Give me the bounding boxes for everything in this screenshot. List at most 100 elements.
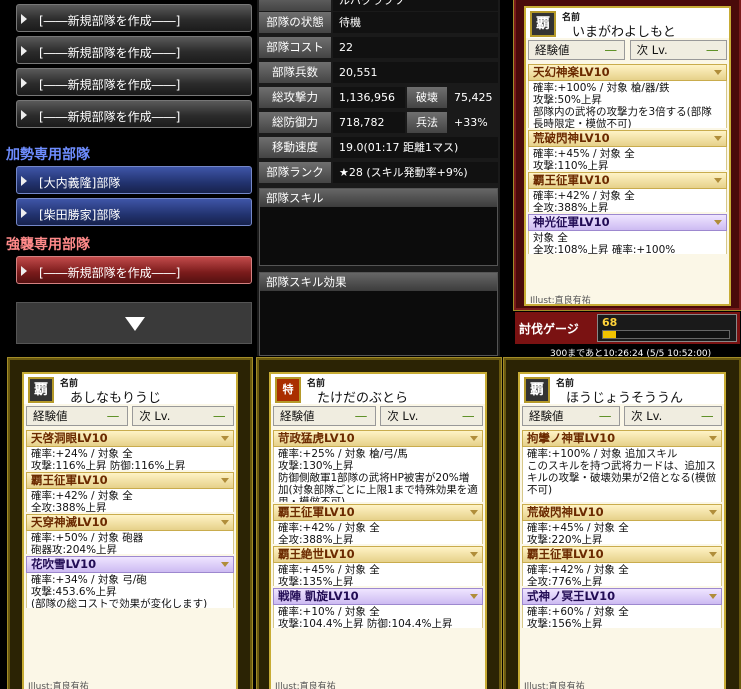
gauge-bar [602, 330, 730, 339]
arrow-icon [21, 110, 27, 120]
illustrator-credit: Illust:直良有祐 [28, 682, 89, 689]
skill-title: 覇王絶世LV10 [273, 546, 483, 563]
skill-block[interactable]: 花吹雪LV10 確率:+34% / 対象 弓/砲 攻撃:453.6%上昇 (部隊の… [26, 556, 234, 608]
stat-label: 総防御力 [259, 112, 331, 133]
skill-description: 対象 全 全攻:108%上昇 確率:+100% [528, 231, 727, 254]
skill-block[interactable]: 苛政猛虎LV10 確率:+25% / 対象 槍/弓/馬 攻撃:130%上昇 防御側… [273, 430, 483, 502]
skill-title: 覇王征軍LV10 [528, 172, 727, 189]
skill-block[interactable]: 拘攣ノ神軍LV10 確率:+100% / 対象 追加スキル このスキルを持つ武将カ… [522, 430, 722, 502]
skill-title-text: 拘攣ノ神軍LV10 [527, 431, 616, 445]
stat-label: 部隊コスト [259, 37, 331, 58]
exp-box: 経験値 ― [522, 406, 620, 426]
unit-slot[interactable]: [――新規部隊を作成――] [16, 100, 252, 128]
skill-block[interactable]: 荒破閃神LV10 確率:+45% / 対象 全 攻撃:110%上昇 [528, 130, 727, 170]
dropdown-icon [221, 520, 229, 525]
arrow-icon [21, 266, 27, 276]
support-slot[interactable]: [柴田勝家]部隊 [16, 198, 252, 226]
exp-label: 経験値 [280, 409, 315, 423]
skill-description: 確率:+100% / 対象 追加スキル このスキルを持つ武将カードは、追加スキル… [522, 447, 722, 502]
skill-block[interactable]: 荒破閃神LV10 確率:+45% / 対象 全 攻撃:220%上昇 [522, 504, 722, 544]
skill-title: 式神ノ冥王LV10 [522, 588, 722, 605]
down-arrow-icon [125, 317, 145, 331]
unit-slot-label: [――新規部隊を作成――] [39, 266, 181, 280]
dropdown-icon [714, 220, 722, 225]
skill-title-text: 花吹雪LV10 [31, 557, 97, 571]
dropdown-icon [709, 510, 717, 515]
dropdown-icon [470, 594, 478, 599]
raid-slot[interactable]: [――新規部隊を作成――] [16, 256, 252, 284]
unit-slot-label: [――新規部隊を作成――] [39, 78, 181, 92]
exp-value: ― [107, 409, 119, 423]
screen: [――新規部隊を作成――] [――新規部隊を作成――] [――新規部隊を作成――… [0, 0, 741, 689]
next-level-label: 次 Lv. [139, 409, 171, 423]
name-bar: 覇名前 あしなもりうじ [24, 374, 236, 406]
dropdown-icon [221, 478, 229, 483]
dropdown-icon [221, 436, 229, 441]
next-level-label: 次 Lv. [387, 409, 419, 423]
unit-slot[interactable]: [――新規部隊を作成――] [16, 68, 252, 96]
skill-title-text: 覇王征軍LV10 [31, 473, 108, 487]
unit-slot-label: [大内義隆]部隊 [39, 176, 121, 190]
unit-slot[interactable]: [――新規部隊を作成――] [16, 36, 252, 64]
leader-card[interactable]: 覇名前 いまがわよしもと 経験値 ― 次 Lv. ― 天幻神楽LV10 確率:+100% / … [513, 0, 741, 311]
skill-block[interactable]: 覇王征軍LV10 確率:+42% / 対象 全 全攻:388%上昇 [273, 504, 483, 544]
skill-title: 覇王征軍LV10 [522, 546, 722, 563]
arrow-icon [21, 176, 27, 186]
dropdown-icon [709, 436, 717, 441]
skill-block[interactable]: 覇王征軍LV10 確率:+42% / 対象 全 全攻:776%上昇 [522, 546, 722, 586]
name-bar: 覇名前 ほうじょうそううん [520, 374, 724, 406]
skill-title: 戦陣 凱旋LV10 [273, 588, 483, 605]
skill-block[interactable]: 天啓洞眼LV10 確率:+24% / 対象 全 攻撃:116%上昇 防御:116%… [26, 430, 234, 470]
stat-value: 19.0(01:17 距離1マス) [333, 137, 498, 158]
stat-value: 1,136,956 [333, 87, 405, 108]
general-card[interactable]: 特名前 たけだのぶとら 経験値 ― 次 Lv. ― 苛政猛虎LV10 確率:+25% / 対象… [256, 357, 502, 689]
stat-row: 総攻撃力 1,136,956 破壊 75,425 [257, 87, 500, 109]
skill-title: 覇王征軍LV10 [26, 472, 234, 489]
stat-label [259, 0, 331, 11]
skill-block[interactable]: 戦陣 凱旋LV10 確率:+10% / 対象 全 攻撃:104.4%上昇 防御:1… [273, 588, 483, 628]
skill-block[interactable]: 天幻神楽LV10 確率:+100% / 対象 槍/器/鉄 攻撃:50%上昇 部隊内… [528, 64, 727, 128]
skill-title-text: 天穿神滅LV10 [31, 515, 108, 529]
skill-block[interactable]: 覇王征軍LV10 確率:+42% / 対象 全 全攻:388%上昇 [528, 172, 727, 212]
general-name: いまがわよしもと [572, 25, 676, 40]
stat-row: 部隊の状態 待機 [257, 12, 500, 34]
dropdown-icon [709, 552, 717, 557]
skill-block[interactable]: 覇王征軍LV10 確率:+42% / 対象 全 全攻:388%上昇 [26, 472, 234, 512]
skill-description: 確率:+34% / 対象 弓/砲 攻撃:453.6%上昇 (部隊の総コストで効果… [26, 573, 234, 608]
skill-description: 確率:+45% / 対象 全 攻撃:110%上昇 [528, 147, 727, 170]
skill-title-text: 荒破閃神LV10 [527, 505, 604, 519]
support-slot[interactable]: [大内義隆]部隊 [16, 166, 252, 194]
exp-label: 経験値 [529, 409, 564, 423]
stat-value: 待機 [333, 12, 498, 33]
exp-value: ― [355, 409, 367, 423]
gauge-value: 68 [602, 316, 618, 329]
skill-title-text: 神光征軍LV10 [533, 215, 610, 229]
stat-label: 部隊ランク [259, 162, 331, 183]
rarity-emblem-icon: 特 [275, 377, 301, 403]
unit-skill-panel: 部隊スキル [259, 188, 498, 266]
panel-title: 部隊スキル効果 [260, 273, 497, 291]
skill-block[interactable]: 式神ノ冥王LV10 確率:+60% / 対象 全 攻撃:156%上昇 [522, 588, 722, 628]
unit-slot[interactable]: [――新規部隊を作成――] [16, 4, 252, 32]
unit-stats: ルバクラフソ 部隊の状態 待機 部隊コスト 22 部隊兵数 20,551 総攻撃力 1,… [257, 0, 500, 356]
exp-box: 経験値 ― [26, 406, 128, 426]
skill-block[interactable]: 天穿神滅LV10 確率:+50% / 対象 砲器 砲器攻:204%上昇 [26, 514, 234, 554]
skill-block[interactable]: 覇王絶世LV10 確率:+45% / 対象 全 攻撃:135%上昇 [273, 546, 483, 586]
general-card[interactable]: 覇名前 あしなもりうじ 経験値 ― 次 Lv. ― 天啓洞眼LV10 確率:+24% / 対象… [7, 357, 253, 689]
skill-title: 神光征軍LV10 [528, 214, 727, 231]
next-level-value: ― [462, 409, 475, 423]
general-card[interactable]: 覇名前 ほうじょうそううん 経験値 ― 次 Lv. ― 拘攣ノ神軍LV10 確率:+100% … [503, 357, 741, 689]
next-level-box: 次 Lv. ― [629, 40, 727, 60]
stat-label: 移動速度 [259, 137, 331, 158]
skill-title-text: 覇王征軍LV10 [533, 173, 610, 187]
subjugation-gauge: 討伐ゲージ 68 [515, 312, 740, 344]
stat-subvalue: 75,425 [454, 91, 493, 104]
unit-list: [――新規部隊を作成――] [――新規部隊を作成――] [――新規部隊を作成――… [0, 0, 252, 350]
dropdown-icon [470, 436, 478, 441]
stat-row: 移動速度 19.0(01:17 距離1マス) [257, 137, 500, 159]
illustrator-credit: Illust:直良有祐 [530, 296, 591, 306]
skill-block[interactable]: 神光征軍LV10 対象 全 全攻:108%上昇 確率:+100% [528, 214, 727, 254]
scroll-down-button[interactable] [16, 302, 252, 344]
stat-row: 部隊コスト 22 [257, 37, 500, 59]
stat-value: ★28 (スキル発動率+9%) [333, 162, 498, 183]
